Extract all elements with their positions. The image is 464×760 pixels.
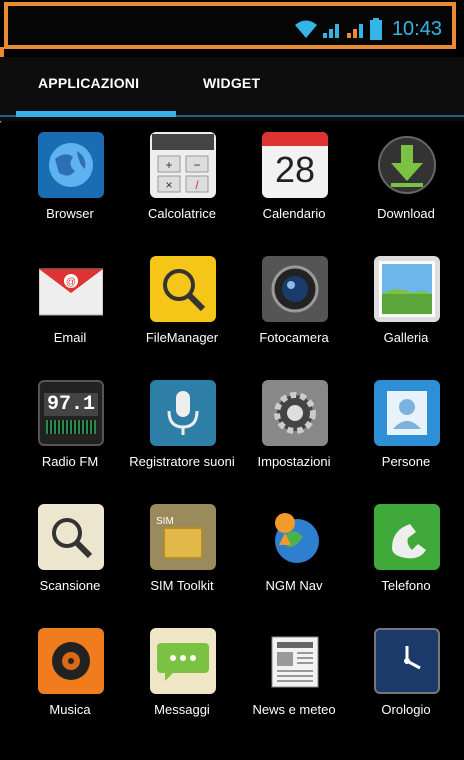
- app-label: News e meteo: [252, 702, 336, 717]
- sim-card-icon: SIM: [150, 504, 216, 570]
- app-label: Calendario: [262, 206, 326, 221]
- app-label: Radio FM: [41, 454, 99, 469]
- app-label: Galleria: [383, 330, 429, 345]
- svg-text:@: @: [66, 277, 76, 288]
- app-musica[interactable]: Musica: [12, 620, 128, 744]
- calendar-icon: 28: [262, 132, 328, 198]
- app-label: Telefono: [381, 578, 431, 593]
- tab-selected-indicator: [16, 111, 176, 117]
- status-bar: 10:43: [4, 2, 456, 49]
- microphone-icon: [150, 380, 216, 446]
- phone-icon: [374, 504, 440, 570]
- app-calcolatrice[interactable]: + − × / Calcolatrice: [124, 124, 240, 248]
- svg-text:−: −: [193, 158, 200, 172]
- scan-magnifier-icon: [38, 504, 104, 570]
- navigation-globe-icon: [262, 504, 328, 570]
- svg-text:×: ×: [165, 178, 172, 192]
- app-label: Scansione: [39, 578, 101, 593]
- app-label: SIM Toolkit: [150, 578, 214, 593]
- calendar-header: [262, 132, 328, 146]
- status-time: 10:43: [391, 17, 442, 40]
- download-icon: [374, 132, 440, 198]
- app-label: FileManager: [145, 330, 219, 345]
- app-messaggi[interactable]: Messaggi: [124, 620, 240, 744]
- signal-icon: [322, 19, 342, 39]
- news-newspaper-icon: [262, 628, 328, 694]
- sim-chip: [163, 526, 203, 559]
- svg-text:+: +: [165, 158, 172, 172]
- app-label: Fotocamera: [259, 330, 329, 345]
- annotation-line: [0, 47, 4, 57]
- calendar-day: 28: [274, 149, 316, 190]
- tab-widget[interactable]: WIDGET: [203, 75, 260, 91]
- app-impostazioni[interactable]: Impostazioni: [236, 372, 352, 496]
- app-grid: Browser + − × / Calcolatrice 28 Calendario …: [0, 124, 464, 760]
- app-label: Musica: [49, 702, 91, 717]
- settings-gear-icon: [262, 380, 328, 446]
- app-browser[interactable]: Browser: [12, 124, 128, 248]
- app-registratore-suoni[interactable]: Registratore suoni: [124, 372, 240, 496]
- sim-text: SIM: [156, 515, 174, 527]
- tab-applicazioni[interactable]: APPLICAZIONI: [38, 75, 139, 91]
- app-radio-fm[interactable]: 97.1 Radio FM: [12, 372, 128, 496]
- email-envelope-icon: @: [38, 256, 104, 322]
- app-fotocamera[interactable]: Fotocamera: [236, 248, 352, 372]
- app-label: Registratore suoni: [129, 454, 235, 469]
- app-label: Browser: [46, 206, 94, 221]
- radio-scale: [46, 419, 96, 434]
- app-email[interactable]: @ Email: [12, 248, 128, 372]
- contacts-person-icon: [374, 380, 440, 446]
- app-label: Download: [377, 206, 435, 221]
- app-telefono[interactable]: Telefono: [348, 496, 464, 620]
- battery-icon: [369, 18, 382, 40]
- app-label: Email: [53, 330, 87, 345]
- app-download[interactable]: Download: [348, 124, 464, 248]
- radio-frequency: 97.1: [43, 392, 98, 416]
- app-label: NGM Nav: [265, 578, 323, 593]
- app-sim-toolkit[interactable]: SIM SIM Toolkit: [124, 496, 240, 620]
- app-label: Calcolatrice: [148, 206, 216, 221]
- clock-icon: [374, 628, 440, 694]
- browser-globe-icon: [38, 132, 104, 198]
- calculator-icon: + − × /: [150, 132, 216, 198]
- app-filemanager[interactable]: FileManager: [124, 248, 240, 372]
- radio-icon: 97.1: [38, 380, 104, 446]
- app-calendario[interactable]: 28 Calendario: [236, 124, 352, 248]
- app-label: Orologio: [381, 702, 431, 717]
- file-manager-magnifier-icon: [150, 256, 216, 322]
- app-label: Persone: [381, 454, 431, 469]
- app-orologio[interactable]: Orologio: [348, 620, 464, 744]
- app-persone[interactable]: Persone: [348, 372, 464, 496]
- camera-icon: [262, 256, 328, 322]
- app-label: Messaggi: [154, 702, 210, 717]
- messages-bubble-icon: [150, 628, 216, 694]
- gallery-landscape-icon: [374, 256, 440, 322]
- wifi-icon: [294, 19, 318, 39]
- status-icons: 10:43: [294, 16, 442, 42]
- app-ngm-nav[interactable]: NGM Nav: [236, 496, 352, 620]
- music-speaker-icon: [38, 628, 104, 694]
- app-galleria[interactable]: Galleria: [348, 248, 464, 372]
- app-news-e-meteo[interactable]: News e meteo: [236, 620, 352, 744]
- app-scansione[interactable]: Scansione: [12, 496, 128, 620]
- signal-icon: [346, 19, 366, 39]
- app-label: Impostazioni: [257, 454, 331, 469]
